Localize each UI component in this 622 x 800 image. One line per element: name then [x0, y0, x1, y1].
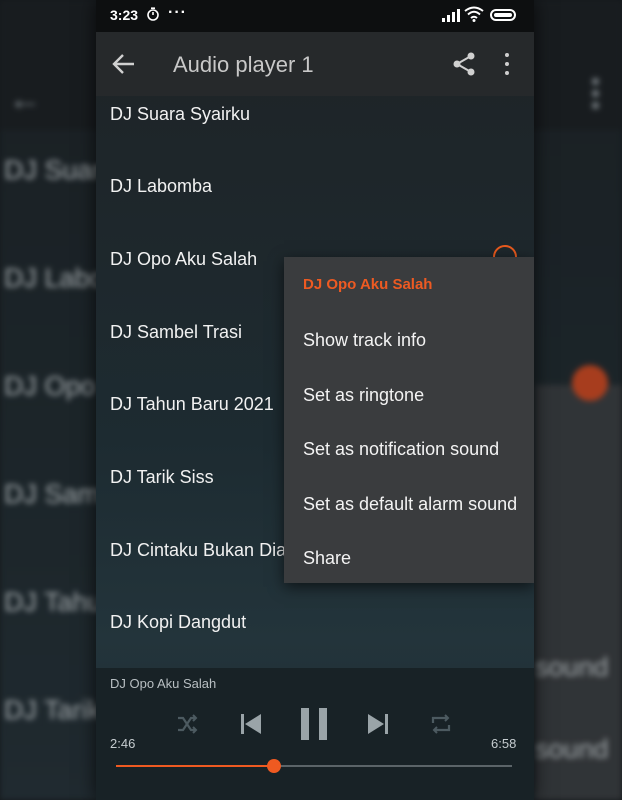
timer-icon [147, 7, 159, 21]
track-item[interactable]: DJ Opo Aku Salah [110, 249, 257, 270]
share-icon[interactable] [451, 51, 477, 77]
previous-icon[interactable] [239, 713, 263, 735]
status-time: 3:23 [110, 7, 139, 23]
signal-icon [442, 9, 460, 22]
next-icon[interactable] [366, 713, 390, 735]
menu-item-share[interactable]: Share [303, 548, 351, 569]
status-more-icon: ··· [168, 4, 187, 21]
blurred-menu-text: sound [535, 652, 609, 682]
elapsed-time: 2:46 [110, 736, 136, 751]
track-item[interactable]: DJ Tahun Baru 2021 [110, 394, 274, 415]
track-item[interactable]: DJ Cintaku Bukan Dia [110, 540, 286, 561]
player-bar: DJ Opo Aku Salah 2:46 6:58 [96, 668, 534, 800]
blurred-track-label: DJ Tarik [4, 695, 102, 725]
back-arrow-icon[interactable] [110, 50, 138, 78]
menu-item-set-alarm-sound[interactable]: Set as default alarm sound [303, 494, 517, 515]
total-duration: 6:58 [491, 736, 517, 751]
blurred-track-label: DJ Opo [4, 371, 96, 401]
battery-icon [490, 9, 516, 21]
now-playing-title: DJ Opo Aku Salah [110, 676, 217, 691]
more-vert-icon[interactable] [503, 53, 511, 77]
pause-icon[interactable] [298, 708, 332, 740]
track-item[interactable]: DJ Tarik Siss [110, 467, 214, 488]
seek-bar[interactable] [116, 759, 512, 773]
seek-bar-progress [116, 765, 275, 767]
blurred-more-vert-icon [592, 78, 600, 114]
shuffle-icon[interactable] [176, 713, 198, 735]
app-bar: Audio player 1 [96, 32, 534, 96]
track-item[interactable]: DJ Suara Syairku [110, 104, 250, 125]
blurred-play-circle-icon [572, 365, 608, 401]
blurred-track-label: DJ Tahu [4, 587, 103, 617]
blurred-track-label: DJ Sam [4, 479, 101, 509]
track-item[interactable]: DJ Sambel Trasi [110, 322, 242, 343]
repeat-icon[interactable] [429, 713, 453, 735]
blurred-menu-text: sound [535, 734, 609, 764]
blurred-back-arrow-icon: ← [8, 80, 42, 118]
phone-screen: 3:23 ··· Audio player 1 DJ Suara Syairku… [96, 0, 534, 800]
seek-bar-thumb[interactable] [267, 759, 282, 773]
page-title: Audio player 1 [173, 52, 314, 77]
context-menu: DJ Opo Aku Salah Show track info Set as … [284, 257, 534, 583]
menu-item-set-ringtone[interactable]: Set as ringtone [303, 385, 424, 406]
track-item[interactable]: DJ Kopi Dangdut [110, 612, 246, 633]
blurred-track-label: DJ Labo [4, 263, 105, 293]
status-bar: 3:23 ··· [96, 0, 534, 32]
menu-item-show-track-info[interactable]: Show track info [303, 330, 426, 351]
menu-item-set-notification-sound[interactable]: Set as notification sound [303, 439, 499, 460]
wifi-icon [464, 6, 484, 22]
context-menu-title: DJ Opo Aku Salah [303, 276, 433, 293]
track-item[interactable]: DJ Labomba [110, 176, 212, 197]
